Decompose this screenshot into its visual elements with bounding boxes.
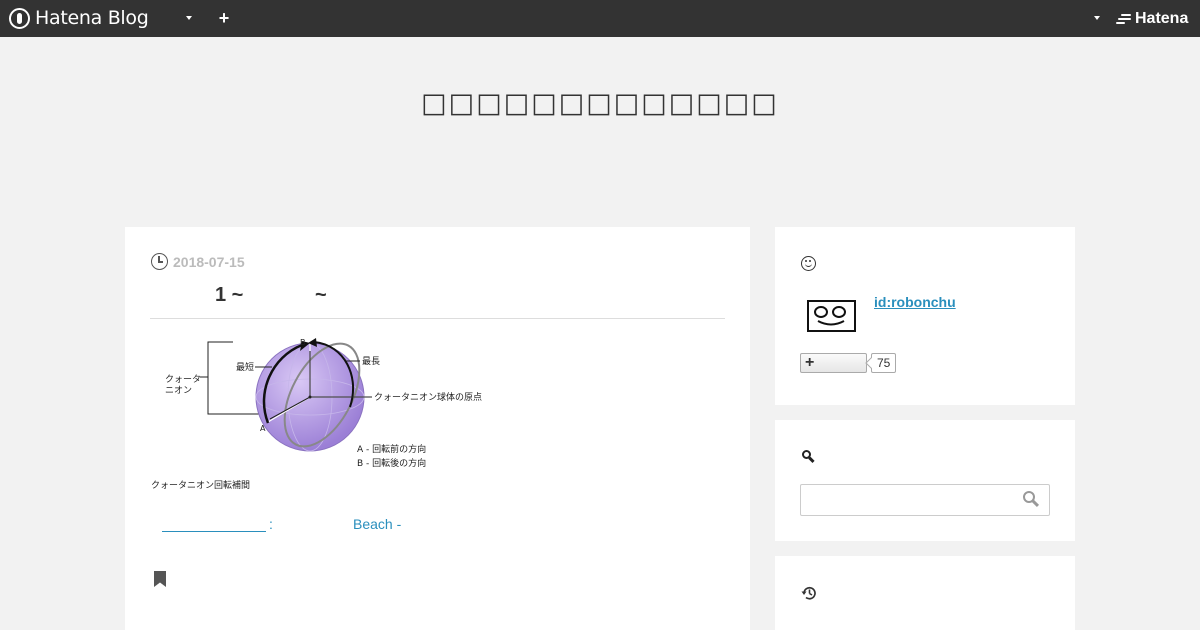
account-menu-caret-icon[interactable] (1091, 12, 1105, 24)
blog-title: □□□□□□□□□□□□□ (0, 88, 1200, 119)
search-icon (802, 450, 815, 464)
clock-icon (151, 253, 168, 270)
entry-card: 2018-07-15 1 ~ ~ クォータ ニオン 最短 最長 クォータニオン球… (125, 227, 750, 630)
hatena-blog-logo-icon (9, 7, 30, 29)
add-entry-button[interactable]: + (216, 9, 232, 27)
entry-title-part2: ~ (315, 284, 327, 306)
entry-title-part1: 1 ~ (215, 284, 244, 306)
avatar[interactable] (806, 298, 860, 336)
entry-title: 1 ~ ~ (150, 280, 725, 319)
label-quaternion-line1: クォータ (165, 374, 201, 385)
recent-entries-module (775, 556, 1075, 630)
search-submit-icon[interactable] (1023, 491, 1041, 509)
profile-id-link[interactable]: id:robonchu (874, 294, 956, 310)
entry-link-colon: : (269, 516, 273, 532)
search-module (775, 420, 1075, 541)
hatena-home-link[interactable]: Hatena (1116, 8, 1188, 30)
bookmark-icon[interactable] (154, 571, 166, 587)
hatena-logo-icon (1116, 12, 1132, 26)
hatena-blog-home-link[interactable]: Hatena Blog (9, 6, 149, 30)
entry-link-blank[interactable] (162, 516, 266, 532)
label-quaternion-line2: ニオン (165, 385, 192, 396)
quaternion-figure: クォータ ニオン 最短 最長 クォータニオン球体の原点 B A A - 回転前の… (150, 337, 495, 492)
follow-button[interactable]: + (800, 353, 867, 373)
history-icon (801, 586, 816, 600)
label-origin: クォータニオン球体の原点 (374, 391, 482, 403)
plus-icon: + (805, 354, 815, 371)
brand-label: Hatena Blog (35, 7, 149, 29)
smile-icon (801, 256, 816, 271)
quaternion-sphere-diagram: クォータ ニオン 最短 最長 クォータニオン球体の原点 B A A - 回転前の… (165, 338, 482, 469)
blog-menu-caret-icon[interactable] (183, 12, 197, 24)
entry-date-row: 2018-07-15 (151, 253, 245, 270)
top-navigation-bar: Hatena Blog + Hatena (0, 0, 1200, 37)
label-point-a: A (260, 424, 266, 433)
profile-module: id:robonchu + 75 (775, 227, 1075, 405)
figure-caption: クォータニオン回転補間 (151, 481, 251, 491)
search-input[interactable] (800, 484, 1050, 516)
entry-date-link[interactable]: 2018-07-15 (173, 254, 245, 270)
blog-title-link[interactable]: □□□□□□□□□□□□□ (421, 88, 779, 119)
follower-count: 75 (871, 353, 897, 373)
label-point-b: B (300, 338, 306, 347)
legend-a: A - 回転前の方向 (357, 443, 426, 455)
hatena-label: Hatena (1135, 10, 1189, 27)
entry-link-beach[interactable]: Beach - (353, 516, 401, 532)
label-shortest: 最短 (236, 361, 254, 373)
legend-b: B - 回転後の方向 (357, 457, 426, 469)
label-longest: 最長 (362, 356, 380, 367)
